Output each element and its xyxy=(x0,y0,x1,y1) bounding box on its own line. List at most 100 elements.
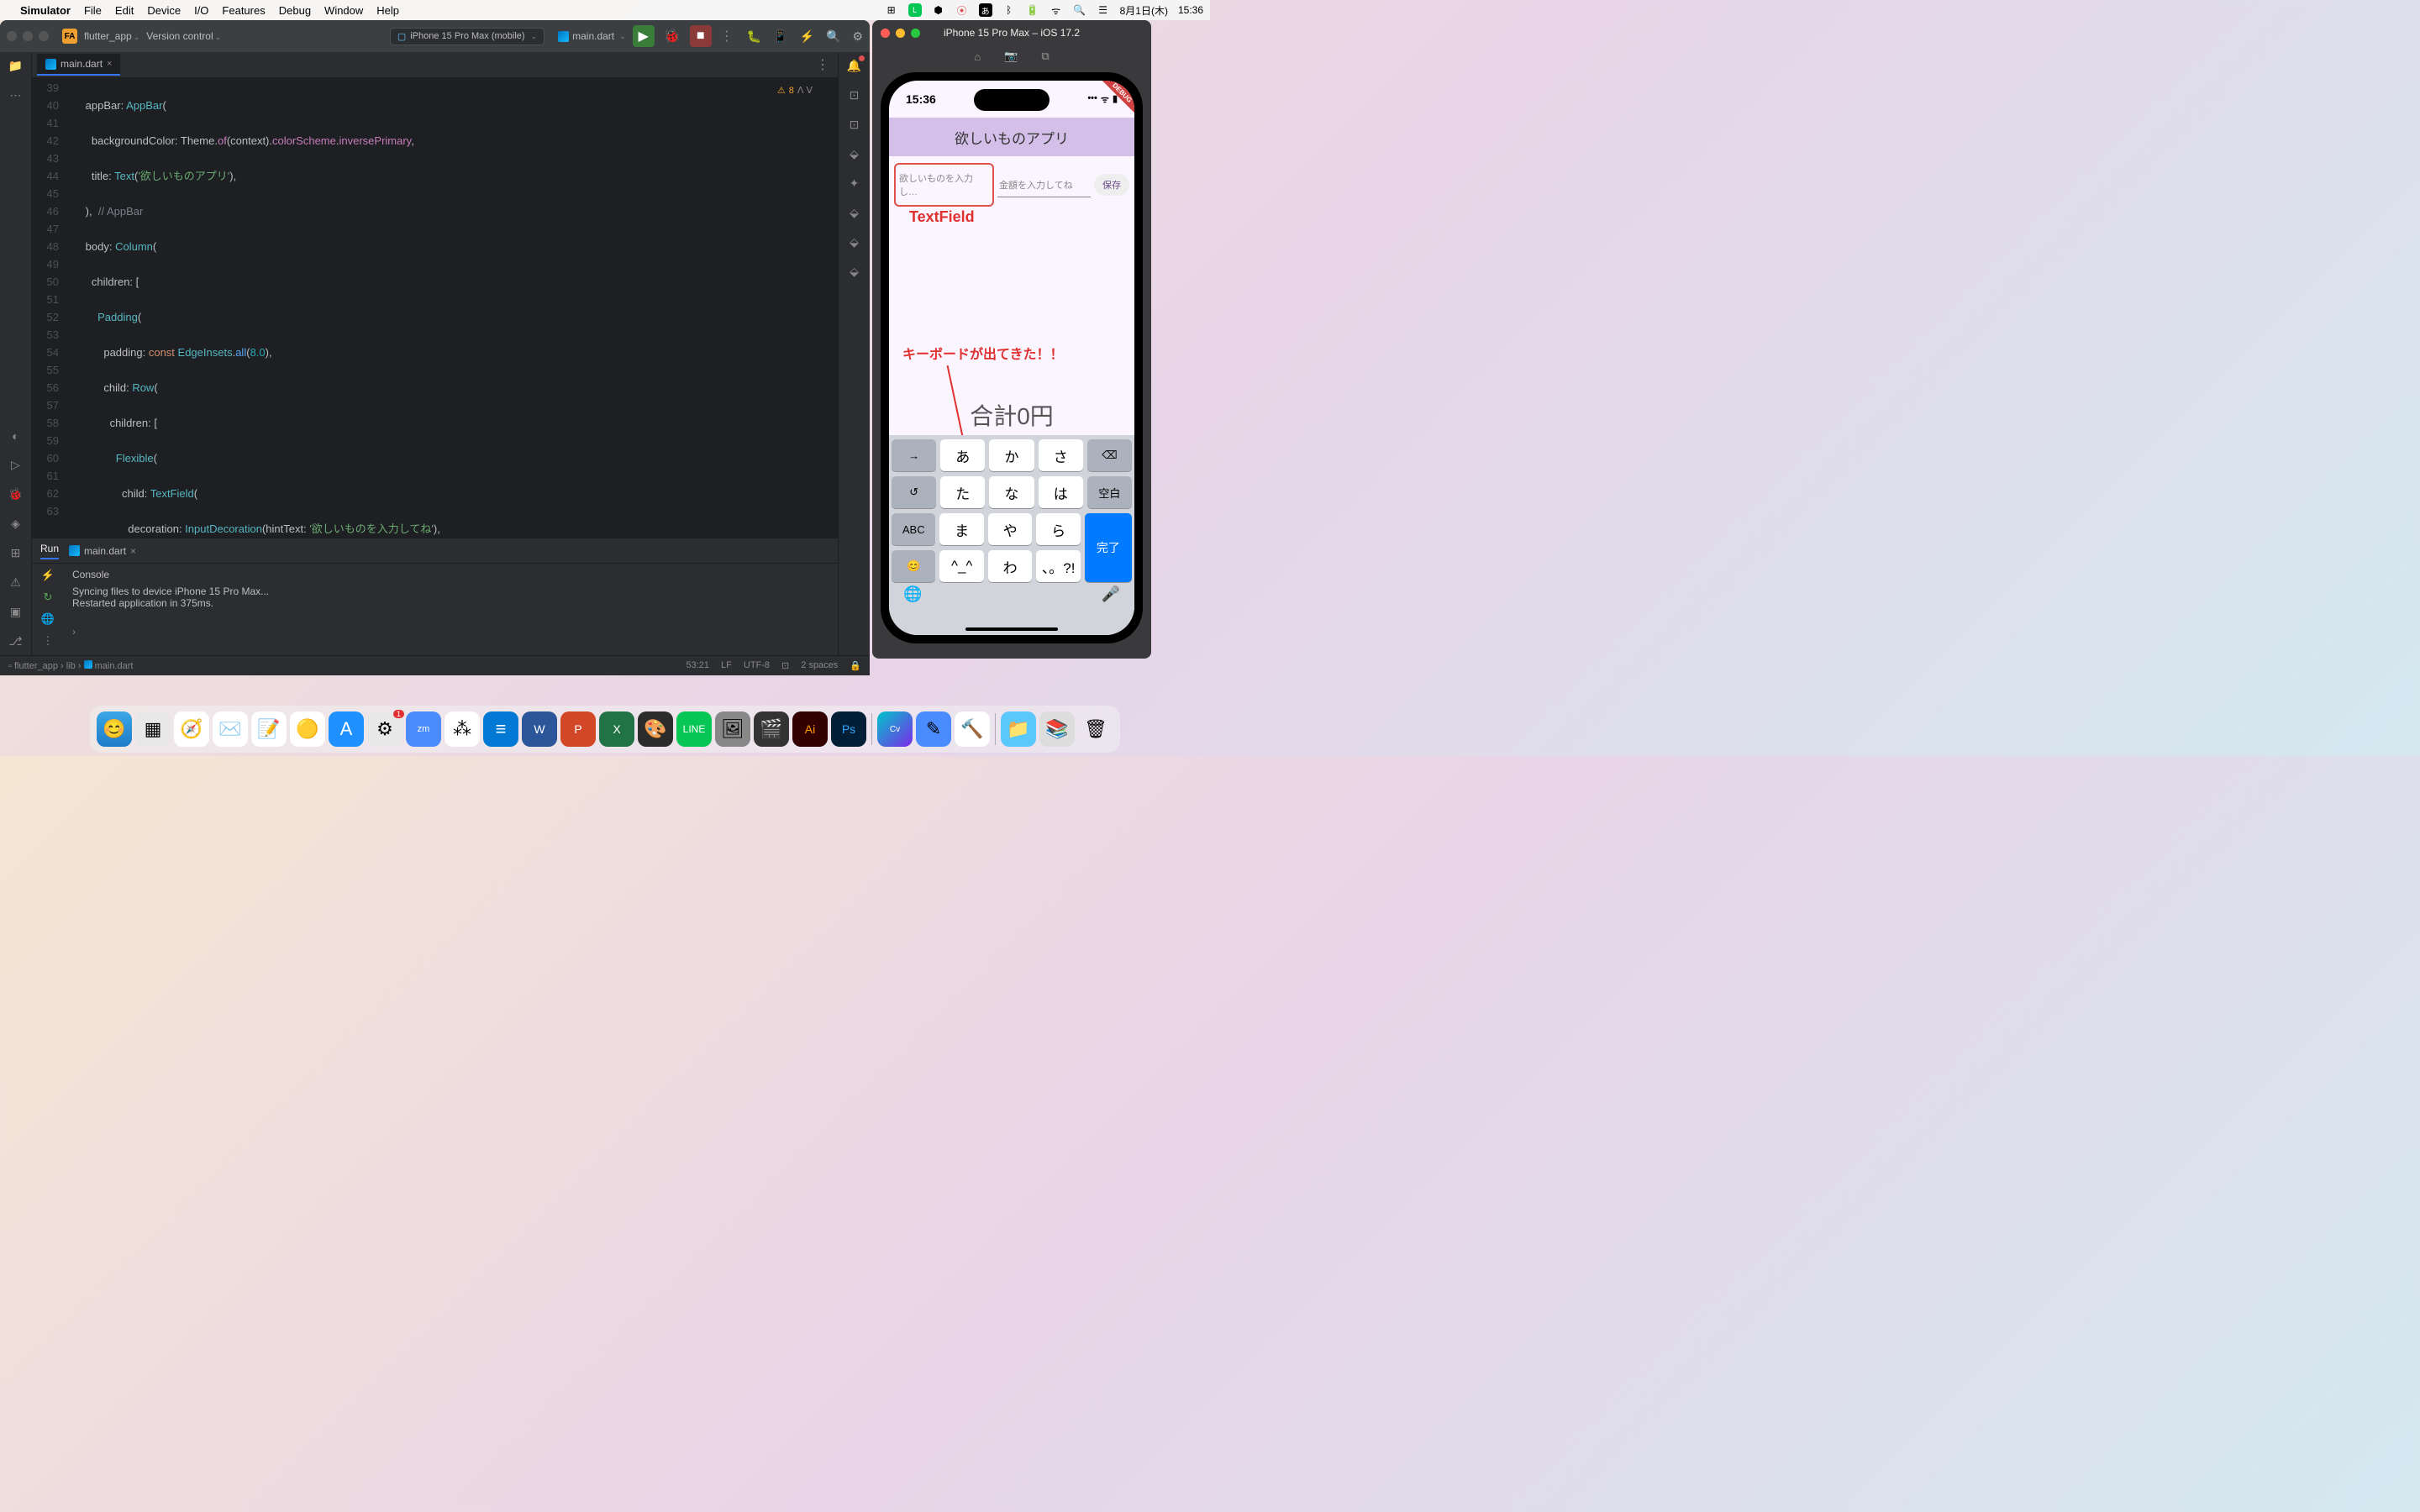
debug-button[interactable]: 🐞 xyxy=(661,25,683,47)
ai-icon[interactable]: ✦ xyxy=(850,176,860,191)
rerun-icon[interactable]: ⚡ xyxy=(41,569,55,582)
dock-trash[interactable]: 🗑 xyxy=(1078,711,1113,747)
warnings-badge[interactable]: ⚠ 8 ᐱ ᐯ xyxy=(777,82,813,100)
editor-tab-main[interactable]: main.dart × xyxy=(37,54,120,76)
dock-safari[interactable]: 🧭 xyxy=(174,711,209,747)
save-button[interactable]: 保存 xyxy=(1094,174,1129,196)
dock-xcode[interactable]: 🔨 xyxy=(955,711,990,747)
menubar-time[interactable]: 15:36 xyxy=(1178,4,1203,16)
encoding[interactable]: UTF-8 xyxy=(744,660,770,671)
tool-r1-icon[interactable]: ⊡ xyxy=(850,88,860,102)
key-backspace[interactable]: ⌫ xyxy=(1087,439,1132,471)
menu-edit[interactable]: Edit xyxy=(115,4,134,17)
wifi-icon[interactable]: ᯤ xyxy=(1050,3,1063,17)
dock-downloads[interactable]: 📁 xyxy=(1001,711,1036,747)
dock-powerpoint[interactable]: P xyxy=(560,711,596,747)
key-wa[interactable]: わ xyxy=(988,550,1032,582)
run-file-tab[interactable]: main.dart × xyxy=(69,545,136,557)
tool-icon-3[interactable]: ⚡ xyxy=(800,29,814,44)
sim-traffic-lights[interactable] xyxy=(881,29,920,38)
key-arrow[interactable]: → xyxy=(892,439,936,471)
key-a[interactable]: あ xyxy=(940,439,985,471)
tool-icon-1[interactable]: 🐛 xyxy=(747,29,761,44)
devtools-icon[interactable]: 🌐 xyxy=(41,612,55,626)
flutter-icon-2[interactable]: ⬙ xyxy=(850,206,859,220)
run-tool-icon[interactable]: ▷ xyxy=(11,458,20,472)
code-content[interactable]: appBar: AppBar( backgroundColor: Theme.o… xyxy=(67,77,838,538)
git-tool-icon[interactable]: ⎇ xyxy=(8,634,22,648)
menubar-date[interactable]: 8月1日(木) xyxy=(1120,3,1168,18)
dock-photoshop[interactable]: Ps xyxy=(831,711,866,747)
key-ta[interactable]: た xyxy=(940,476,985,508)
tool-icon-2[interactable]: 📱 xyxy=(773,29,787,44)
vcs-menu[interactable]: Version control⌄ xyxy=(146,30,221,42)
key-emoji[interactable]: 😊 xyxy=(892,550,935,582)
copy-icon[interactable]: ⧉ xyxy=(1041,50,1049,63)
dock-appstore[interactable]: A xyxy=(329,711,364,747)
dock-zoom[interactable]: zm xyxy=(406,711,441,747)
console-more-icon[interactable]: ⋮ xyxy=(43,634,54,648)
traffic-lights[interactable] xyxy=(7,31,49,41)
menu-debug[interactable]: Debug xyxy=(279,4,311,17)
dock-excel[interactable]: X xyxy=(599,711,634,747)
project-name[interactable]: flutter_app⌄ xyxy=(84,30,139,42)
dock-notes[interactable]: 📝 xyxy=(251,711,287,747)
key-ra[interactable]: ら xyxy=(1036,513,1080,545)
structure-tool-icon[interactable]: ⊞ xyxy=(11,546,21,560)
dock-illustrator[interactable]: Ai xyxy=(792,711,828,747)
battery-icon[interactable]: 🔋 xyxy=(1026,3,1039,17)
menubar-icon-2[interactable]: ⬢ xyxy=(932,3,945,17)
menu-help[interactable]: Help xyxy=(376,4,399,17)
tool-a-icon[interactable]: ◐ xyxy=(12,429,18,443)
tool-r2-icon[interactable]: ⊡ xyxy=(850,118,860,132)
indent[interactable]: 2 spaces xyxy=(801,660,838,671)
key-ha[interactable]: は xyxy=(1039,476,1083,508)
dock-stack[interactable]: 📚 xyxy=(1039,711,1075,747)
globe-icon[interactable]: 🌐 xyxy=(903,585,922,603)
app-menu[interactable]: Simulator xyxy=(20,4,71,17)
key-ya[interactable]: や xyxy=(988,513,1032,545)
screenrec-icon[interactable]: ⦿ xyxy=(955,3,969,17)
key-kaomoji[interactable]: ^_^ xyxy=(939,550,983,582)
dock-figma[interactable]: 🎨 xyxy=(638,711,673,747)
dock-chrome[interactable]: 🟡 xyxy=(290,711,325,747)
stop-button[interactable]: ■ xyxy=(690,25,712,47)
code-editor[interactable]: ⚠ 8 ᐱ ᐯ 39404142434445464748495051525354… xyxy=(32,77,838,538)
input-mode[interactable]: あ xyxy=(979,3,992,17)
dock-preview[interactable]: 🖼 xyxy=(715,711,750,747)
dock-app1[interactable]: ✎ xyxy=(916,711,951,747)
key-punct[interactable]: 、。?! xyxy=(1036,550,1080,582)
tool-b-icon[interactable]: ◈ xyxy=(11,517,20,531)
home-icon[interactable]: ⌂ xyxy=(974,50,981,63)
menu-file[interactable]: File xyxy=(84,4,102,17)
close-tab-icon[interactable]: × xyxy=(107,59,112,69)
settings-icon[interactable]: ⚙ xyxy=(852,29,863,44)
dock-settings[interactable]: ⚙1 xyxy=(367,711,402,747)
run-config[interactable]: main.dart⌄ xyxy=(558,30,626,42)
flutter-icon-4[interactable]: ⬙ xyxy=(850,265,859,279)
spotlight-icon[interactable]: 🔍 xyxy=(1073,3,1086,17)
price-textfield[interactable]: 金額を入力してね xyxy=(997,173,1091,197)
tab-more-icon[interactable]: ⋮ xyxy=(816,56,829,73)
key-undo[interactable]: ↺ xyxy=(892,476,936,508)
dock-word[interactable]: W xyxy=(522,711,557,747)
mic-icon[interactable]: 🎤 xyxy=(1102,585,1120,603)
restart-icon[interactable]: ↻ xyxy=(44,591,53,604)
key-abc[interactable]: ABC xyxy=(892,513,935,545)
control-center-icon[interactable]: ☰ xyxy=(1097,3,1110,17)
notifications-icon[interactable]: 🔔 xyxy=(847,59,861,73)
run-button[interactable]: ▶ xyxy=(633,25,655,47)
iphone-screen[interactable]: DEBUG 15:36 ••• ᯤ ▮ 欲しいものアプリ 欲しいものを入力し… … xyxy=(889,81,1134,635)
dock-slack[interactable]: ⁂ xyxy=(445,711,480,747)
key-na[interactable]: な xyxy=(989,476,1034,508)
device-selector[interactable]: ▢iPhone 15 Pro Max (mobile)⌄ xyxy=(390,28,544,45)
dock-launchpad[interactable]: ▦ xyxy=(135,711,171,747)
home-indicator[interactable] xyxy=(965,627,1058,631)
lock-icon[interactable]: 🔒 xyxy=(850,660,861,671)
terminal-tool-icon[interactable]: ▣ xyxy=(10,605,21,619)
key-ka[interactable]: か xyxy=(989,439,1034,471)
console[interactable]: Console Syncing files to device iPhone 1… xyxy=(64,564,838,655)
flutter-icon[interactable]: ⬙ xyxy=(850,147,859,161)
menu-io[interactable]: I/O xyxy=(194,4,208,17)
key-done[interactable]: 完了 xyxy=(1085,513,1132,582)
